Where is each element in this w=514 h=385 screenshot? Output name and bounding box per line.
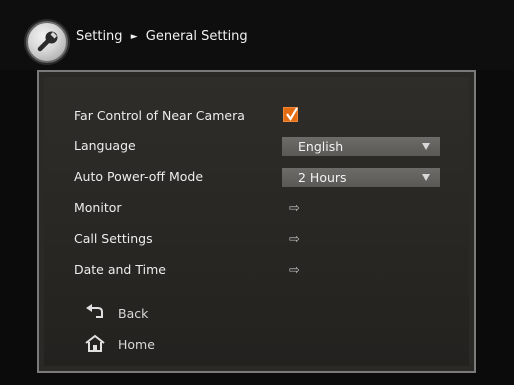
chevron-down-icon	[422, 174, 430, 181]
setting-label-auto-power-off: Auto Power-off Mode	[74, 169, 204, 184]
breadcrumb-current: General Setting	[145, 29, 248, 44]
setting-label-call-settings: Call Settings	[74, 231, 153, 246]
home-icon	[85, 334, 105, 352]
setting-row-date-time[interactable]: Date and Time ⇨	[74, 261, 444, 281]
breadcrumb: Setting ► General Setting	[76, 29, 248, 44]
back-arrow-icon	[86, 304, 103, 318]
checkmark-icon	[286, 107, 298, 122]
wrench-icon	[26, 21, 68, 63]
right-arrow-icon[interactable]: ⇨	[289, 232, 300, 247]
auto-power-off-select[interactable]: 2 Hours	[282, 168, 440, 187]
far-control-checkbox[interactable]	[283, 107, 298, 122]
auto-power-off-select-value: 2 Hours	[298, 170, 347, 185]
setting-row-call-settings[interactable]: Call Settings ⇨	[74, 230, 444, 250]
language-select[interactable]: English	[282, 137, 440, 156]
setting-label-monitor: Monitor	[74, 200, 122, 215]
back-label: Back	[118, 306, 149, 321]
breadcrumb-separator: ►	[130, 32, 138, 42]
right-arrow-icon[interactable]: ⇨	[289, 263, 300, 278]
breadcrumb-parent[interactable]: Setting	[76, 29, 123, 44]
setting-row-far-control: Far Control of Near Camera	[74, 107, 444, 127]
right-arrow-icon[interactable]: ⇨	[289, 201, 300, 216]
header-bar: Setting ► General Setting	[0, 0, 514, 70]
setting-label-language: Language	[74, 138, 136, 153]
language-select-value: English	[298, 139, 344, 154]
setting-label-date-time: Date and Time	[74, 262, 166, 277]
setting-row-language: Language English	[74, 137, 444, 157]
chevron-down-icon	[422, 143, 430, 150]
setting-row-monitor[interactable]: Monitor ⇨	[74, 199, 444, 219]
home-label: Home	[118, 337, 155, 352]
setting-label-far-control: Far Control of Near Camera	[74, 108, 245, 123]
setting-row-auto-power-off: Auto Power-off Mode 2 Hours	[74, 168, 444, 188]
